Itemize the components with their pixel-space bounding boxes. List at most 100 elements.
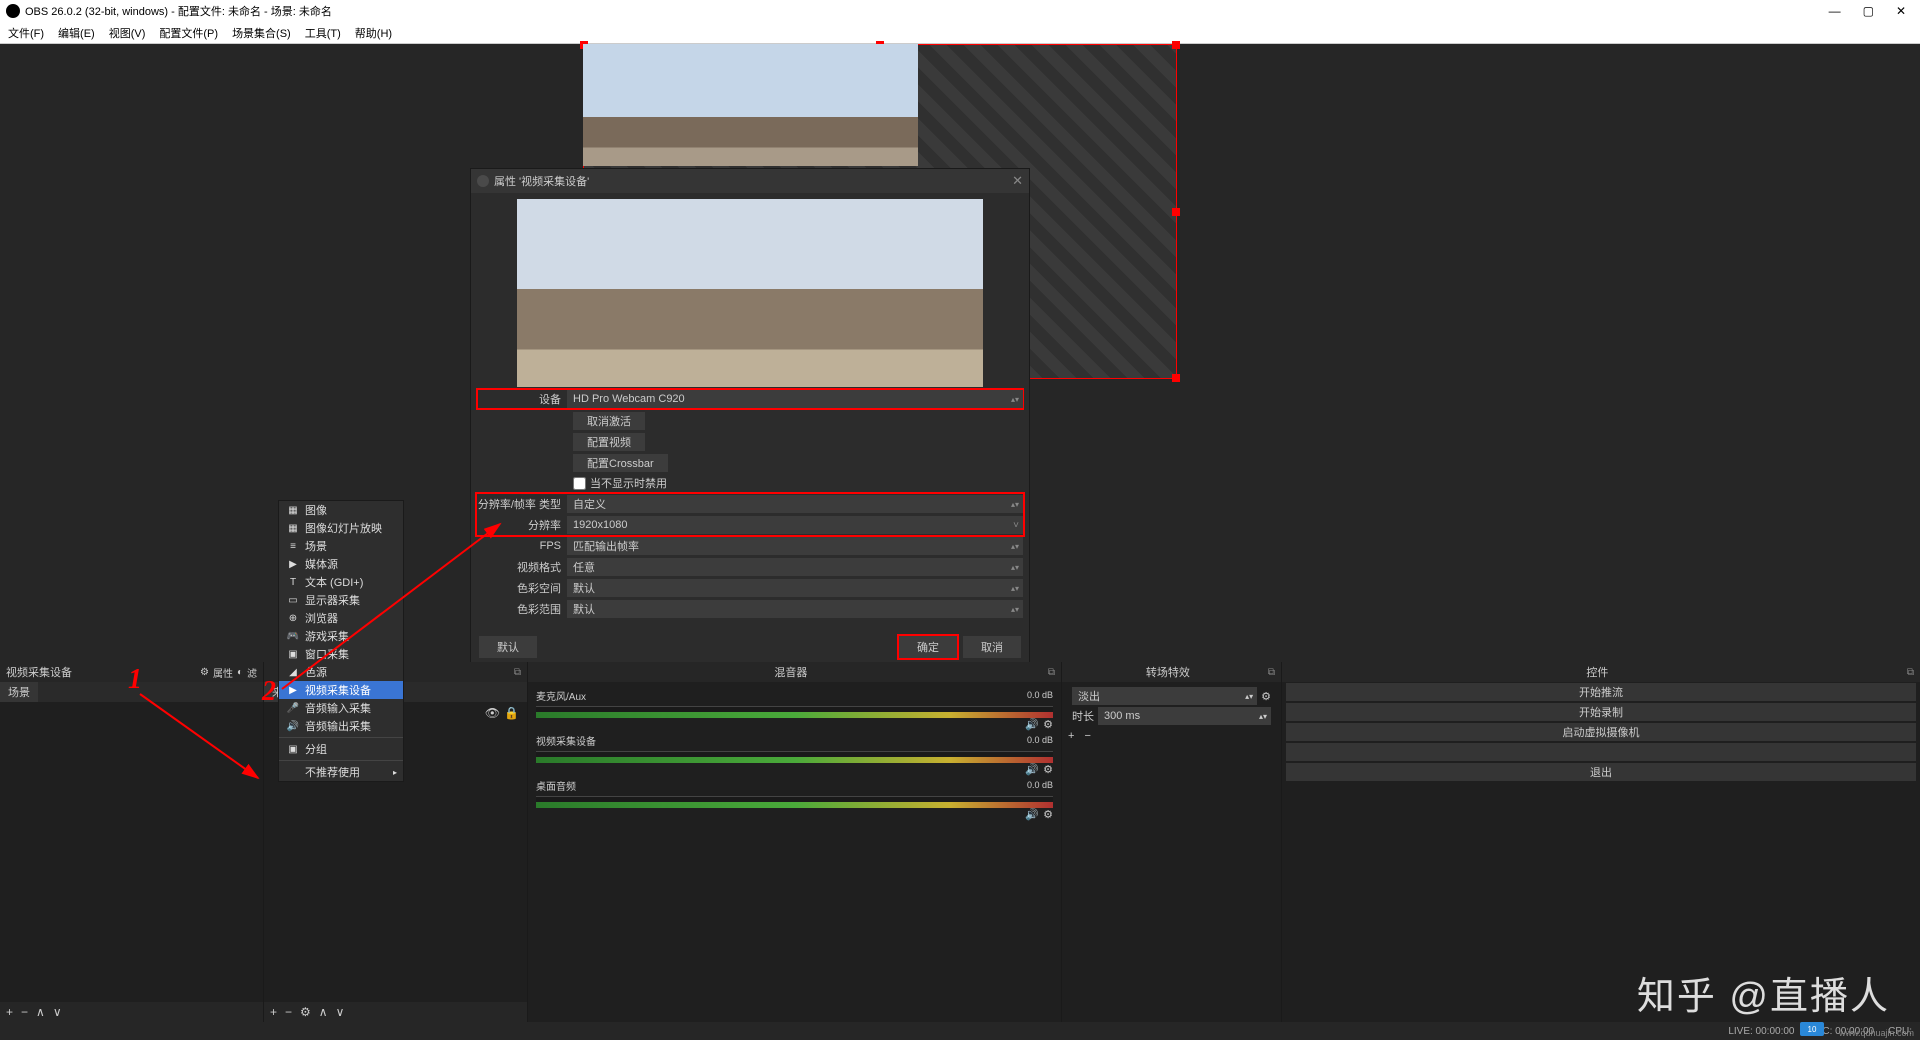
speaker-icon[interactable]: 🔊 — [1025, 763, 1039, 776]
ctx-item[interactable]: ▦图像 — [279, 501, 403, 519]
device-select[interactable]: HD Pro Webcam C920▴▾ — [567, 390, 1023, 408]
deactivate-button[interactable]: 取消激活 — [573, 412, 645, 430]
watermark: 知乎 @直播人 — [1637, 965, 1890, 1020]
scene-down-button[interactable]: ∨ — [53, 1005, 62, 1019]
ctx-deprecated[interactable]: 不推荐使用▸ — [279, 763, 403, 781]
device-label: 设备 — [477, 391, 567, 407]
resolution-label: 分辨率 — [477, 517, 567, 533]
ctx-item[interactable]: ◢色源 — [279, 663, 403, 681]
properties-button[interactable]: 属性 — [213, 665, 233, 680]
menu-file[interactable]: 文件(F) — [8, 25, 44, 41]
source-down-button[interactable]: ∨ — [336, 1005, 345, 1019]
remove-source-button[interactable]: − — [285, 1005, 292, 1019]
configure-crossbar-button[interactable]: 配置Crossbar — [573, 454, 668, 472]
ctx-item[interactable]: ⊕浏览器 — [279, 609, 403, 627]
ctx-item[interactable]: ≡场景 — [279, 537, 403, 555]
annotation-number-2: 2 — [262, 676, 276, 708]
dialog-close-icon[interactable]: ✕ — [1012, 173, 1023, 189]
dialog-title: 属性 '视频采集设备' — [494, 173, 589, 189]
restype-label: 分辨率/帧率 类型 — [477, 496, 567, 512]
close-button[interactable]: ✕ — [1896, 4, 1906, 18]
gear-icon[interactable]: ⚙ — [1261, 690, 1271, 703]
scenes-tab[interactable]: 场景 — [0, 682, 38, 702]
watermark-url: www.qdhuajin.com — [1839, 1028, 1914, 1038]
ctx-item[interactable]: 🎮游戏采集 — [279, 627, 403, 645]
undock-icon[interactable]: ⧉ — [1048, 667, 1055, 678]
dialog-titlebar[interactable]: 属性 '视频采集设备' ✕ — [471, 169, 1029, 193]
ctx-item[interactable]: T文本 (GDI+) — [279, 573, 403, 591]
ctx-item[interactable]: ▦图像幻灯片放映 — [279, 519, 403, 537]
filter-icon[interactable]: ◐ — [237, 667, 243, 678]
minimize-button[interactable]: ― — [1829, 4, 1841, 18]
cancel-button[interactable]: 取消 — [963, 636, 1021, 658]
ctx-item[interactable]: ▣窗口采集 — [279, 645, 403, 663]
undock-icon[interactable]: ⧉ — [514, 667, 521, 678]
configure-video-button[interactable]: 配置视频 — [573, 433, 645, 451]
status-live: LIVE: 00:00:00 — [1728, 1026, 1794, 1037]
gear-icon[interactable]: ⚙ — [1043, 808, 1053, 821]
gear-icon[interactable]: ⚙ — [1043, 718, 1053, 731]
remove-scene-button[interactable]: − — [21, 1005, 28, 1019]
menu-profile[interactable]: 配置文件(P) — [159, 25, 218, 41]
fps-label: FPS — [477, 540, 567, 552]
menubar: 文件(F) 编辑(E) 视图(V) 配置文件(P) 场景集合(S) 工具(T) … — [0, 22, 1920, 44]
colorrange-select[interactable]: 默认▴▾ — [567, 600, 1023, 618]
menu-scene-collection[interactable]: 场景集合(S) — [232, 25, 291, 41]
watermark-logo: 10 — [1800, 1022, 1824, 1036]
undock-icon[interactable]: ⧉ — [1268, 667, 1275, 678]
ctx-item[interactable]: 🎤音频输入采集 — [279, 699, 403, 717]
deactivate-when-hidden-checkbox[interactable] — [573, 477, 586, 490]
transition-select[interactable]: 淡出▴▾ — [1072, 687, 1257, 705]
ctx-item[interactable]: ▶媒体源 — [279, 555, 403, 573]
gear-icon[interactable]: ⚙ — [200, 667, 209, 678]
menu-edit[interactable]: 编辑(E) — [58, 25, 95, 41]
undock-icon[interactable]: ⧉ — [1907, 667, 1914, 678]
speaker-icon[interactable]: 🔊 — [1025, 718, 1039, 731]
resolution-select[interactable]: 1920x1080˅ — [567, 516, 1023, 534]
defaults-button[interactable]: 默认 — [479, 636, 537, 658]
add-transition-button[interactable]: + — [1068, 730, 1074, 742]
dialog-preview — [517, 199, 983, 387]
speaker-icon[interactable]: 🔊 — [1025, 808, 1039, 821]
ctx-item[interactable]: ▶视频采集设备 — [279, 681, 403, 699]
gear-icon[interactable]: ⚙ — [1043, 763, 1053, 776]
annotation-number-1: 1 — [128, 664, 142, 696]
add-source-context-menu: ▦图像▦图像幻灯片放映≡场景▶媒体源T文本 (GDI+)▭显示器采集⊕浏览器🎮游… — [278, 500, 404, 782]
ok-button[interactable]: 确定 — [899, 636, 957, 658]
control-button[interactable]: 开始录制 — [1286, 703, 1916, 721]
fps-select[interactable]: 匹配输出帧率▴▾ — [567, 537, 1023, 555]
scene-up-button[interactable]: ∧ — [36, 1005, 45, 1019]
filters-button[interactable]: 滤 — [247, 665, 257, 680]
menu-tools[interactable]: 工具(T) — [305, 25, 341, 41]
ctx-item[interactable]: ▭显示器采集 — [279, 591, 403, 609]
colorspace-select[interactable]: 默认▴▾ — [567, 579, 1023, 597]
resize-handle[interactable] — [1172, 41, 1180, 49]
control-button[interactable]: 启动虚拟摄像机 — [1286, 723, 1916, 741]
maximize-button[interactable]: ▢ — [1863, 4, 1874, 18]
lock-icon[interactable]: 🔒 — [504, 706, 519, 720]
obs-logo-icon — [477, 175, 489, 187]
window-titlebar: OBS 26.0.2 (32-bit, windows) - 配置文件: 未命名… — [0, 0, 1920, 22]
duration-input[interactable]: 300 ms▴▾ — [1098, 707, 1271, 725]
visibility-icon[interactable]: 👁 — [485, 706, 500, 720]
add-scene-button[interactable]: + — [6, 1005, 13, 1019]
restype-select[interactable]: 自定义▴▾ — [567, 495, 1023, 513]
ctx-group[interactable]: ▣分组 — [279, 740, 403, 758]
ctx-item[interactable]: 🔊音频输出采集 — [279, 717, 403, 735]
transitions-title: 转场特效 — [1068, 664, 1268, 680]
add-source-button[interactable]: + — [270, 1005, 277, 1019]
remove-transition-button[interactable]: − — [1084, 730, 1090, 742]
resize-handle[interactable] — [1172, 208, 1180, 216]
menu-view[interactable]: 视图(V) — [109, 25, 146, 41]
control-button[interactable] — [1286, 743, 1916, 761]
webcam-preview — [583, 44, 918, 166]
control-button[interactable]: 开始推流 — [1286, 683, 1916, 701]
menu-help[interactable]: 帮助(H) — [355, 25, 392, 41]
controls-title: 控件 — [1288, 664, 1907, 680]
source-up-button[interactable]: ∧ — [319, 1005, 328, 1019]
colorrange-label: 色彩范围 — [477, 601, 567, 617]
control-button[interactable]: 退出 — [1286, 763, 1916, 781]
vformat-select[interactable]: 任意▴▾ — [567, 558, 1023, 576]
resize-handle[interactable] — [1172, 374, 1180, 382]
source-props-button[interactable]: ⚙ — [300, 1005, 311, 1019]
